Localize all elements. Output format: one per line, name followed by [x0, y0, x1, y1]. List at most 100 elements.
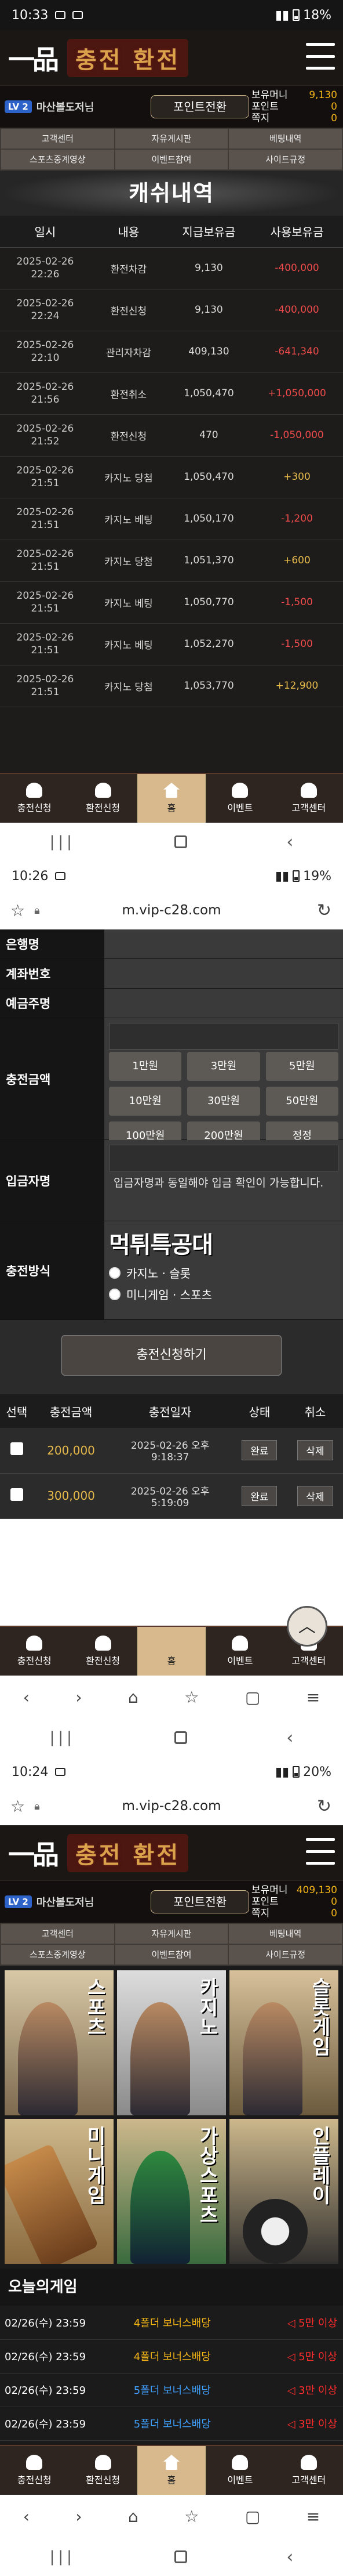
back-icon[interactable]: ‹ — [286, 832, 293, 852]
row-delete[interactable]: 삭제 — [287, 1473, 343, 1519]
point-convert-button[interactable]: 포인트전환 — [151, 95, 249, 118]
recent-apps-icon[interactable]: ||| — [50, 833, 75, 851]
back-icon[interactable]: ‹ — [286, 2547, 293, 2567]
nav-sports-stream[interactable]: 스포츠중계영상 — [1, 150, 114, 169]
nav-free-board[interactable]: 자유게시판 — [115, 129, 228, 149]
row-desc: 카지노 베팅 — [90, 498, 167, 540]
delete-button[interactable]: 삭제 — [297, 1485, 333, 1506]
home-icon[interactable]: ⌂ — [128, 1688, 138, 1707]
bottom-nav-deposit[interactable]: 충전신청 — [0, 2446, 68, 2495]
game-inplay[interactable]: 인플레이 — [229, 2119, 338, 2264]
bottom-nav-withdraw[interactable]: 환전신청 — [68, 1627, 137, 1676]
site-logo[interactable]: 一品 — [8, 1834, 59, 1872]
today-game-row[interactable]: 02/26(수) 23:59 5폴더 보너스배당 ◁ 3만 이상 — [0, 2407, 343, 2441]
bottom-nav-withdraw[interactable]: 환전신청 — [68, 2446, 137, 2495]
bottom-nav-withdraw[interactable]: 환전신청 — [68, 774, 137, 823]
menu-icon[interactable] — [306, 1838, 335, 1865]
row-balance: 1,050,770 — [166, 581, 251, 624]
bookmark-icon[interactable]: ☆ — [184, 2507, 199, 2526]
bottom-nav-support[interactable]: 고객센터 — [275, 774, 343, 823]
bottom-nav-event[interactable]: 이벤트 — [206, 2446, 274, 2495]
game-slot[interactable]: 슬롯게임 — [229, 1970, 338, 2115]
today-game-row[interactable]: 02/26(수) 23:59 4폴더 보너스배당 ◁ 5만 이상 — [0, 2339, 343, 2374]
holder-label: 예금주명 — [0, 989, 104, 1018]
scroll-top-icon[interactable]: ︿ — [286, 1606, 327, 1647]
amount-input[interactable] — [109, 1023, 338, 1050]
game-mini[interactable]: 미니게임 — [5, 2119, 114, 2264]
bookmark-icon[interactable]: ☆ — [184, 1688, 199, 1707]
menu-icon[interactable]: ≡ — [306, 1688, 320, 1707]
forward-icon[interactable]: › — [75, 1688, 82, 1707]
nav-free-board[interactable]: 자유게시판 — [115, 1924, 228, 1944]
row-checkbox[interactable] — [0, 1473, 34, 1519]
nav-events[interactable]: 이벤트참여 — [115, 1945, 228, 1964]
tabs-icon[interactable]: ▢ — [245, 1688, 260, 1707]
depositor-input[interactable] — [109, 1145, 338, 1171]
recent-apps-icon[interactable]: ||| — [50, 2548, 75, 2566]
home-icon[interactable]: ⌂ — [128, 2507, 138, 2526]
nav-bet-history[interactable]: 베팅내역 — [229, 1924, 342, 1944]
nav-site-rules[interactable]: 사이트규정 — [229, 1945, 342, 1964]
signal-icon: ▮▮ — [275, 8, 290, 23]
url-bar[interactable]: m.vip-c28.com — [0, 903, 343, 918]
amount-button[interactable]: 50만원 — [265, 1087, 338, 1116]
nav-bet-history[interactable]: 베팅내역 — [229, 129, 342, 149]
row-date: 2025-02-26 22:10 — [0, 331, 90, 373]
row-checkbox[interactable] — [0, 1428, 34, 1474]
row-amount: +600 — [250, 540, 343, 582]
site-logo[interactable]: 一品 — [8, 39, 59, 77]
amount-button[interactable]: 1만원 — [109, 1052, 182, 1081]
nav-site-rules[interactable]: 사이트규정 — [229, 150, 342, 169]
amount-button[interactable]: 10만원 — [109, 1087, 182, 1116]
nav-customer-center[interactable]: 고객센터 — [1, 129, 114, 149]
row-date: 2025-02-26 오후 5:19:09 — [108, 1473, 232, 1519]
menu-icon[interactable] — [306, 43, 335, 70]
amount-button[interactable]: 30만원 — [187, 1087, 260, 1116]
tabs-icon[interactable]: ▢ — [245, 2507, 260, 2526]
back-icon[interactable]: ‹ — [286, 1728, 293, 1748]
recent-apps-icon[interactable]: ||| — [50, 1729, 75, 1746]
method-casino-radio[interactable]: 카지노 · 슬롯 — [109, 1264, 338, 1281]
nav-customer-center[interactable]: 고객센터 — [1, 1924, 114, 1944]
bottom-nav-home[interactable]: 홈 — [137, 774, 206, 823]
row-desc: 환전신청 — [90, 414, 167, 457]
site-header: 一品 충전 환전 — [0, 1825, 343, 1881]
watermark-sticker: 먹튀특공대 — [109, 1231, 213, 1258]
amount-button[interactable]: 5만원 — [265, 1052, 338, 1081]
method-mini-radio[interactable]: 미니게임 · 스포츠 — [109, 1286, 338, 1303]
bottom-nav-support[interactable]: 고객센터 — [275, 2446, 343, 2495]
game-casino[interactable]: 카지노 — [117, 1970, 226, 2115]
delete-button[interactable]: 삭제 — [297, 1440, 333, 1461]
nav-events[interactable]: 이벤트참여 — [115, 150, 228, 169]
back-icon[interactable]: ‹ — [23, 2507, 30, 2526]
bottom-nav-home[interactable]: 홈 — [137, 2446, 206, 2495]
nav-sports-stream[interactable]: 스포츠중계영상 — [1, 1945, 114, 1964]
bottom-nav: 충전신청 환전신청 홈 이벤트 고객센터 — [0, 773, 343, 823]
bottom-nav-home[interactable]: ︿ 홈 — [137, 1606, 327, 1676]
game-sports[interactable]: 스포츠 — [5, 1970, 114, 2115]
row-delete[interactable]: 삭제 — [287, 1428, 343, 1474]
reload-icon[interactable]: ↻ — [317, 900, 331, 921]
row-event: 4폴더 보너스배당 — [129, 2306, 252, 2340]
menu-icon[interactable]: ≡ — [306, 2507, 320, 2526]
point-convert-button[interactable]: 포인트전환 — [151, 1890, 249, 1913]
home-gesture-icon[interactable] — [174, 2550, 188, 2563]
clock: 10:24 — [12, 1764, 49, 1779]
notification-icon — [72, 11, 83, 19]
reload-icon[interactable]: ↻ — [317, 1796, 331, 1817]
status-bar: 10:26 ▮▮ 19% — [0, 861, 343, 891]
today-game-row[interactable]: 02/26(수) 23:59 4폴더 보너스배당 ◁ 5만 이상 — [0, 2306, 343, 2340]
home-gesture-icon[interactable] — [174, 1731, 188, 1744]
bottom-nav-deposit[interactable]: 충전신청 — [0, 774, 68, 823]
game-virtual-sports[interactable]: 가상스포츠 — [117, 2119, 226, 2264]
back-icon[interactable]: ‹ — [23, 1688, 30, 1707]
url-bar[interactable]: m.vip-c28.com — [0, 1799, 343, 1814]
bottom-nav-deposit[interactable]: 충전신청 — [0, 1627, 68, 1676]
forward-icon[interactable]: › — [75, 2507, 82, 2526]
bottom-nav-event[interactable]: 이벤트 — [206, 1627, 274, 1676]
bottom-nav-event[interactable]: 이벤트 — [206, 774, 274, 823]
apply-deposit-button[interactable]: 충전신청하기 — [61, 1335, 282, 1376]
amount-button[interactable]: 3만원 — [187, 1052, 260, 1081]
home-gesture-icon[interactable] — [174, 835, 188, 848]
today-game-row[interactable]: 02/26(수) 23:59 5폴더 보너스배당 ◁ 3만 이상 — [0, 2373, 343, 2407]
